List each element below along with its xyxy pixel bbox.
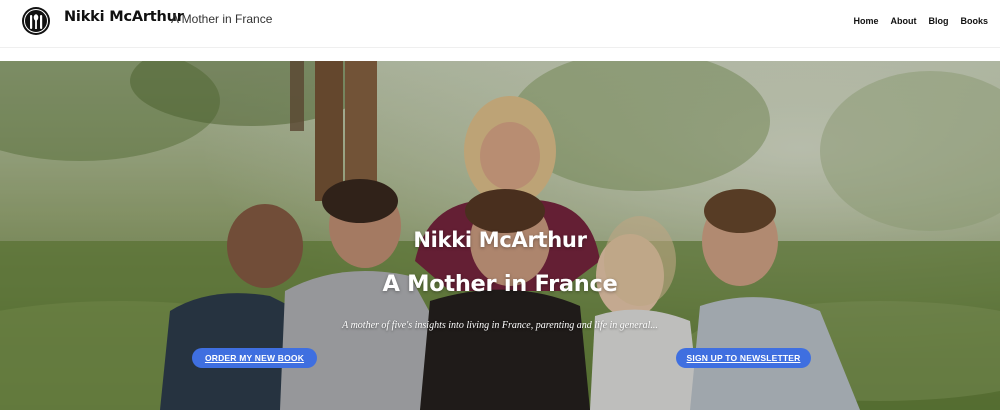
nav-item-home[interactable]: Home xyxy=(853,16,878,26)
hero-section: Nikki McArthur A Mother in France A moth… xyxy=(0,61,1000,410)
nav-item-blog[interactable]: Blog xyxy=(928,16,948,26)
hero-subtitle: A Mother in France xyxy=(382,271,618,297)
hero-description: A mother of five's insights into living … xyxy=(342,320,658,331)
hero-title: Nikki McArthur xyxy=(413,228,587,252)
fork-spoon-knife-logo-icon[interactable] xyxy=(21,6,51,36)
order-book-button[interactable]: ORDER MY NEW BOOK xyxy=(192,348,317,368)
nav-item-about[interactable]: About xyxy=(890,16,916,26)
site-header: Nikki McArthur A Mother in France Home A… xyxy=(0,0,1000,48)
site-tagline: A Mother in France xyxy=(171,12,273,26)
site-title[interactable]: Nikki McArthur xyxy=(64,9,184,25)
newsletter-signup-button[interactable]: SIGN UP TO NEWSLETTER xyxy=(676,348,811,368)
main-nav: Home About Blog Books xyxy=(853,16,988,26)
nav-item-books[interactable]: Books xyxy=(960,16,988,26)
